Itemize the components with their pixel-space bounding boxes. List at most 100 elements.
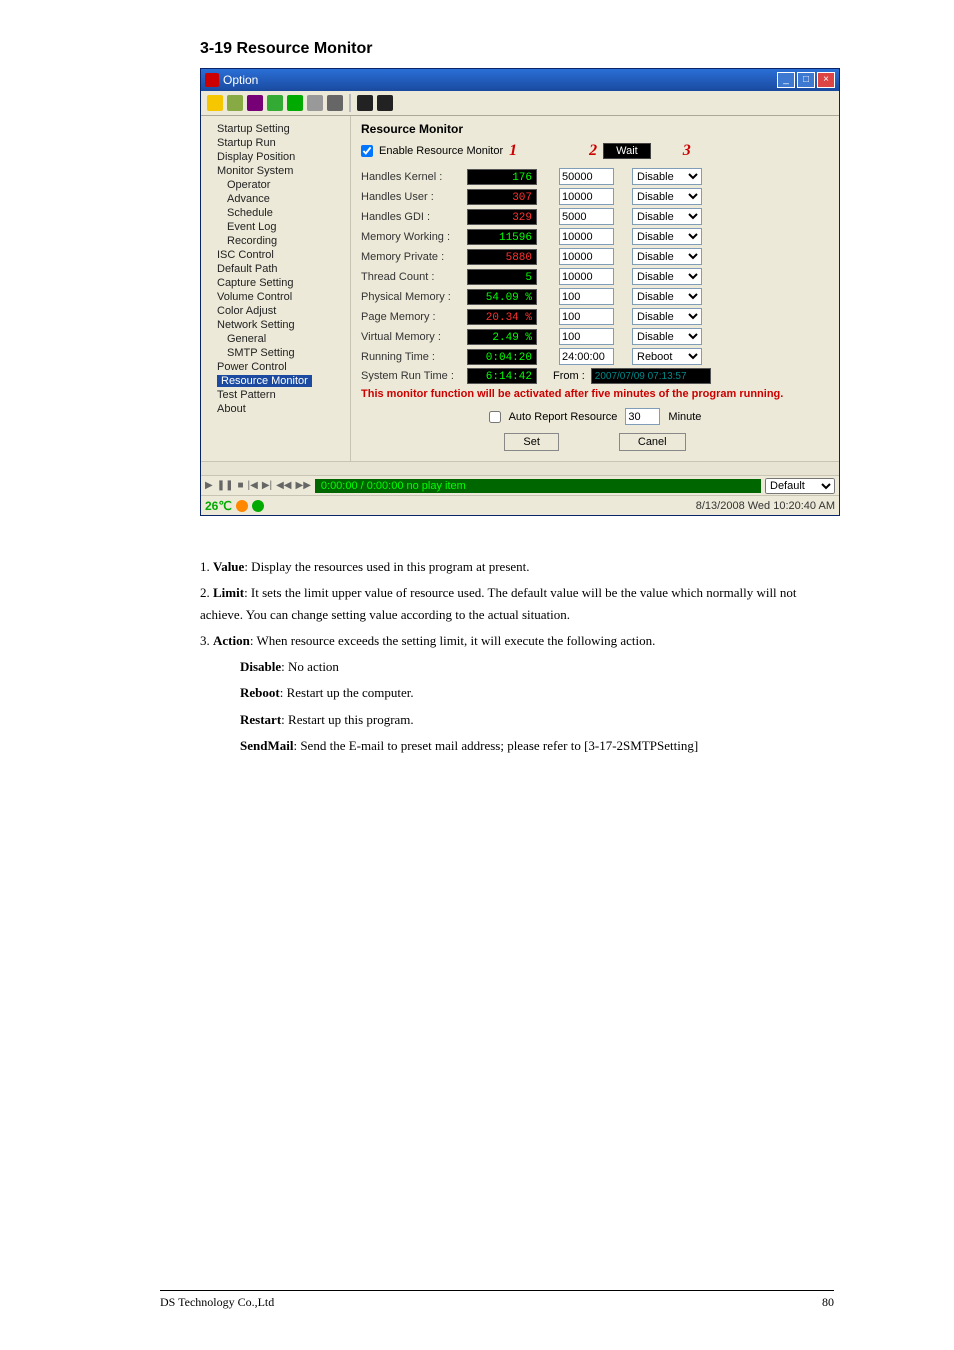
statusbar: 26℃ 8/13/2008 Wed 10:20:40 AM [201,495,839,515]
resource-label: Handles User : [361,191,461,203]
system-run-label: System Run Time : [361,370,461,382]
tool-icon-9[interactable] [377,95,393,111]
resource-label: Memory Working : [361,231,461,243]
limit-input[interactable] [559,208,614,225]
rewind-icon[interactable]: ◀◀ [276,480,291,491]
resource-label: Memory Private : [361,251,461,263]
tree-item[interactable]: Startup Setting [211,122,346,136]
action-select[interactable]: Disable [632,328,702,345]
footer-company: DS Technology Co.,Ltd [160,1295,274,1310]
limit-input[interactable] [559,188,614,205]
limit-input[interactable] [559,168,614,185]
resource-row: Handles User : 307 Disable [361,188,829,205]
tool-icon-6[interactable] [307,95,323,111]
resource-row: Handles GDI :329Disable [361,208,829,225]
temperature: 26℃ [205,499,232,513]
tool-icon-3[interactable] [247,95,263,111]
action-select[interactable]: Disable [632,308,702,325]
resource-label: Running Time : [361,351,461,363]
from-label: From : [553,370,585,382]
action-select[interactable]: Disable [632,188,702,205]
enable-checkbox[interactable] [361,145,373,157]
limit-input[interactable] [559,348,614,365]
next-icon[interactable]: ▶| [262,480,272,491]
horizontal-scrollbar[interactable] [201,461,839,475]
tree-subitem[interactable]: Recording [211,234,346,248]
resource-row: Physical Memory :54.09 %Disable [361,288,829,305]
annotation-3: 3 [683,142,691,160]
wait-button[interactable]: Wait [603,143,651,159]
tool-icon-2[interactable] [227,95,243,111]
tool-icon-4[interactable] [267,95,283,111]
tool-icon-5[interactable] [287,95,303,111]
maximize-button[interactable]: □ [797,72,815,88]
section-title: 3-19 Resource Monitor [200,40,834,58]
tool-icon-8[interactable] [357,95,373,111]
limit-input[interactable] [559,288,614,305]
tree-subitem[interactable]: Event Log [211,220,346,234]
from-value: 2007/07/09 07:13:57 [591,368,711,384]
tree-item[interactable]: Volume Control [211,290,346,304]
annotation-2: 2 [589,142,597,160]
auto-report-checkbox[interactable] [489,411,501,423]
resource-value: 329 [467,209,537,225]
cancel-button[interactable]: Canel [619,433,686,451]
tree-item[interactable]: Default Path [211,262,346,276]
annotation-1: 1 [509,142,517,160]
warning-text: This monitor function will be activated … [361,388,829,400]
app-icon [205,73,219,87]
resource-row: Handles Kernel :176Disable [361,168,829,185]
tree-item[interactable]: Color Adjust [211,304,346,318]
tree-item[interactable]: Network Setting [211,318,346,332]
tool-icon-7[interactable] [327,95,343,111]
tree-item[interactable]: Monitor System [211,164,346,178]
radiation-icon[interactable] [207,95,223,111]
close-button[interactable]: × [817,72,835,88]
auto-report-label: Auto Report Resource [509,411,618,423]
resource-value: 5 [467,269,537,285]
window-title: Option [223,73,258,87]
forward-icon[interactable]: ▶▶ [296,480,311,491]
prev-icon[interactable]: |◀ [248,480,258,491]
limit-input[interactable] [559,248,614,265]
action-select[interactable]: Disable [632,228,702,245]
action-select[interactable]: Disable [632,168,702,185]
set-button[interactable]: Set [504,433,559,451]
tree-item[interactable]: Power Control [211,360,346,374]
resource-value: 307 [467,189,537,205]
action-select[interactable]: Disable [632,208,702,225]
tree-subitem[interactable]: Schedule [211,206,346,220]
limit-input[interactable] [559,268,614,285]
tree-subitem[interactable]: SMTP Setting [211,346,346,360]
limit-input[interactable] [559,308,614,325]
tree-item[interactable]: Capture Setting [211,276,346,290]
tree-item[interactable]: Resource Monitor [211,374,346,388]
action-select[interactable]: Disable [632,288,702,305]
stop-icon[interactable]: ■ [237,480,243,491]
tree-subitem[interactable]: General [211,332,346,346]
resource-row: Memory Working : 11596 Disable [361,228,829,245]
resource-value: 11596 [467,229,537,245]
tree-item[interactable]: Test Pattern [211,388,346,402]
action-select[interactable]: Disable [632,268,702,285]
tree-item[interactable]: Startup Run [211,136,346,150]
resource-label: Physical Memory : [361,291,461,303]
action-select[interactable]: Reboot [632,348,702,365]
tree-item[interactable]: About [211,402,346,416]
limit-input[interactable] [559,328,614,345]
resource-row: Memory Private :5880Disable [361,248,829,265]
status-dot-green [252,500,264,512]
profile-select[interactable]: Default [765,478,835,494]
tree-item[interactable]: Display Position [211,150,346,164]
action-select[interactable]: Disable [632,248,702,265]
tree-subitem[interactable]: Advance [211,192,346,206]
limit-input[interactable] [559,228,614,245]
play-icon[interactable]: ▶ [205,480,213,491]
playbar: ▶ ❚❚ ■ |◀ ▶| ◀◀ ▶▶ 0:00:00 / 0:00:00 no … [201,475,839,495]
tree-item[interactable]: ISC Control [211,248,346,262]
pause-icon[interactable]: ❚❚ [217,480,234,491]
minimize-button[interactable]: _ [777,72,795,88]
auto-report-value[interactable] [625,408,660,425]
tree-subitem[interactable]: Operator [211,178,346,192]
app-window: Option _ □ × Startup SettingStartup RunD… [200,68,840,516]
